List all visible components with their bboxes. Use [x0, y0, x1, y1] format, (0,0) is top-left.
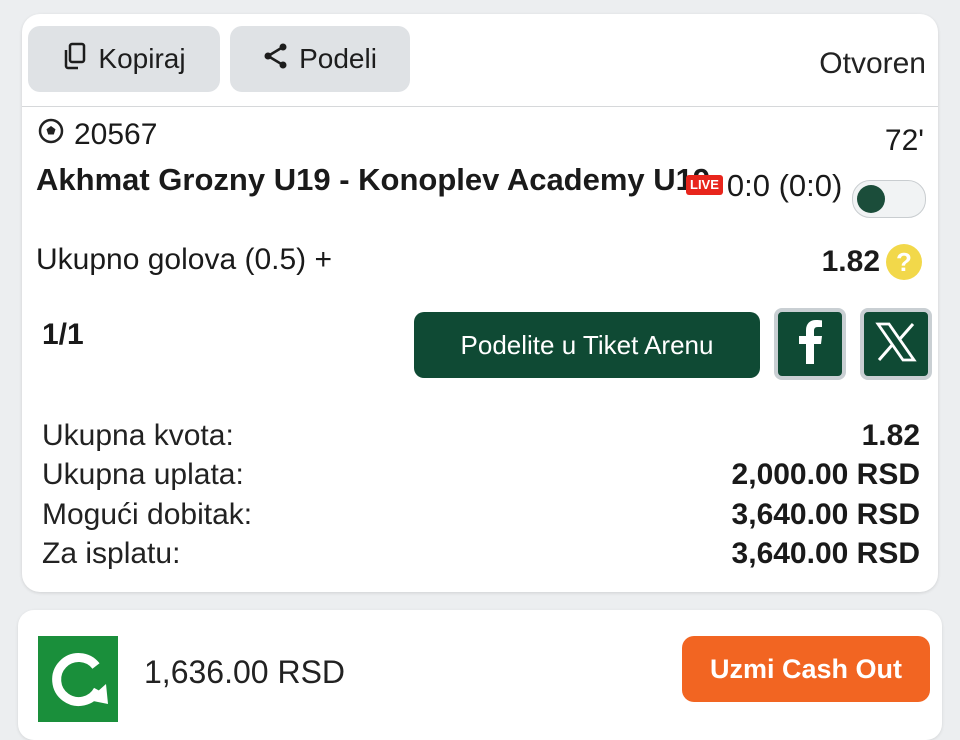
- event-toggle[interactable]: [852, 180, 926, 218]
- copy-icon: [62, 42, 88, 77]
- soccer-ball-icon: [38, 118, 64, 152]
- event-id-row: 20567: [38, 118, 157, 152]
- share-arena-button[interactable]: Podelite u Tiket Arenu: [414, 312, 760, 378]
- payout-value: 3,640.00 RSD: [731, 537, 920, 571]
- event-id: 20567: [74, 118, 158, 151]
- possible-win-value: 3,640.00 RSD: [731, 497, 920, 531]
- payout-label: Za isplatu:: [42, 537, 181, 571]
- live-score: LIVE 0:0 (0:0): [678, 166, 842, 206]
- match-score: 0:0 (0:0): [726, 168, 843, 203]
- total-stake-label: Ukupna uplata:: [42, 458, 244, 492]
- live-badge: LIVE: [686, 174, 723, 195]
- bet-odds: 1.82: [821, 245, 880, 278]
- match-teams: Akhmat Grozny U19 - Konoplev Academy U19: [36, 162, 711, 197]
- ticket-summary: Ukupna kvota: 1.82 Ukupna uplata: 2,000.…: [42, 416, 920, 574]
- x-share-button[interactable]: [860, 308, 932, 380]
- cashout-arrow-icon: [52, 653, 108, 707]
- cashout-logo: [38, 636, 118, 722]
- cashout-bar: 1,636.00 RSD Uzmi Cash Out: [18, 610, 942, 740]
- bet-market: Ukupno golova (0.5) +: [36, 243, 333, 276]
- ticket-status: Otvoren: [819, 47, 926, 80]
- summary-row: Ukupna kvota: 1.82: [42, 416, 920, 456]
- match-minute: 72': [884, 124, 924, 157]
- ticket-toolbar: Kopiraj Podeli Otvoren: [22, 14, 938, 107]
- cashout-button[interactable]: Uzmi Cash Out: [682, 636, 930, 702]
- x-icon: [874, 320, 918, 369]
- share-button[interactable]: Podeli: [230, 26, 410, 92]
- total-odds-value: 1.82: [861, 418, 920, 452]
- total-odds-label: Ukupna kvota:: [42, 418, 234, 452]
- summary-row: Mogući dobitak: 3,640.00 RSD: [42, 495, 920, 535]
- toggle-knob: [857, 185, 885, 213]
- share-label: Podeli: [299, 43, 377, 74]
- facebook-icon: [797, 319, 823, 369]
- possible-win-label: Mogući dobitak:: [42, 497, 253, 531]
- total-stake-value: 2,000.00 RSD: [731, 458, 920, 492]
- copy-label: Kopiraj: [98, 43, 186, 74]
- ticket-card: Kopiraj Podeli Otvoren 20567 72' Akhmat …: [22, 14, 938, 592]
- selection-count: 1/1: [42, 318, 84, 351]
- cashout-amount: 1,636.00 RSD: [144, 654, 346, 690]
- facebook-share-button[interactable]: [774, 308, 846, 380]
- summary-row: Ukupna uplata: 2,000.00 RSD: [42, 456, 920, 496]
- help-icon[interactable]: ?: [886, 244, 922, 280]
- share-icon: [263, 42, 289, 77]
- copy-button[interactable]: Kopiraj: [28, 26, 220, 92]
- summary-row: Za isplatu: 3,640.00 RSD: [42, 535, 920, 575]
